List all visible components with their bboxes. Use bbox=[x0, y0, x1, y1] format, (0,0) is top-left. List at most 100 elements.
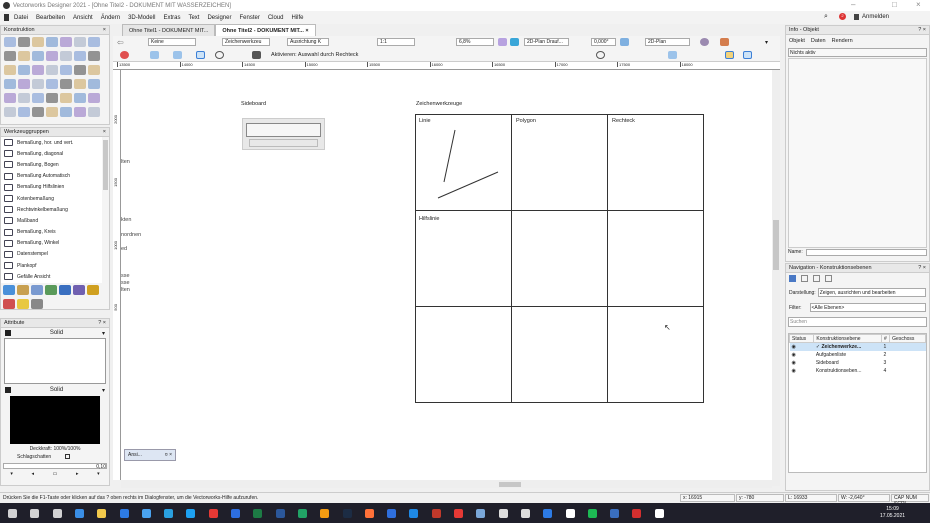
tool-group-item[interactable]: Kotenbemaßung bbox=[1, 193, 102, 204]
taskbar-app-icon[interactable] bbox=[632, 509, 642, 518]
lighting-icon[interactable] bbox=[700, 38, 709, 46]
menu-designer[interactable]: Designer bbox=[207, 15, 231, 21]
taskbar-app-icon[interactable] bbox=[610, 509, 620, 518]
render-mode-select[interactable]: 2D-Plan bbox=[645, 38, 690, 46]
taskbar-app-icon[interactable] bbox=[208, 509, 218, 518]
fill-color-swatch[interactable] bbox=[5, 330, 11, 336]
layer-view-icon[interactable] bbox=[498, 38, 507, 46]
tool-button[interactable] bbox=[32, 107, 44, 117]
tool-button[interactable] bbox=[60, 51, 72, 61]
sheet-icon[interactable] bbox=[725, 51, 734, 59]
frame-icon[interactable] bbox=[743, 51, 752, 59]
taskbar-app-icon[interactable] bbox=[8, 509, 17, 518]
tool-group-item[interactable]: Maßband bbox=[1, 215, 102, 226]
taskbar-app-icon[interactable] bbox=[587, 509, 597, 518]
layer-select[interactable]: Zeichenwerkzeu bbox=[222, 38, 270, 46]
line-weight-field[interactable]: 0,10 bbox=[3, 463, 107, 470]
rectangle-select-icon[interactable] bbox=[196, 51, 205, 59]
taskbar-app-icon[interactable] bbox=[141, 509, 151, 518]
tool-button[interactable] bbox=[4, 79, 16, 89]
maximize-button[interactable]: □ bbox=[892, 0, 897, 9]
layer-row[interactable]: ◉ Konstruktionseben... 4 bbox=[790, 367, 926, 375]
snap-icon[interactable] bbox=[596, 51, 605, 59]
menu-datei[interactable]: Datei bbox=[14, 15, 28, 21]
tool-button[interactable] bbox=[18, 51, 30, 61]
layer-row[interactable]: ◉ Aufgabenliste 2 bbox=[790, 351, 926, 359]
tools-grid[interactable] bbox=[415, 114, 705, 404]
close-icon[interactable]: ? × bbox=[918, 27, 926, 33]
opacity-label[interactable]: Deckkraft: 100%/100% bbox=[1, 446, 109, 452]
taskbar-app-icon[interactable] bbox=[565, 509, 575, 518]
taskbar-app-icon[interactable] bbox=[119, 509, 129, 518]
filter-select[interactable]: <Alle Ebenen> bbox=[809, 303, 926, 312]
tool-group-tab[interactable] bbox=[73, 285, 85, 295]
close-icon[interactable]: × bbox=[103, 129, 106, 135]
tool-mode-icon[interactable] bbox=[252, 51, 261, 59]
tool-button[interactable] bbox=[74, 65, 86, 75]
tool-button[interactable] bbox=[88, 65, 100, 75]
tool-button[interactable] bbox=[46, 93, 58, 103]
menu-aendern[interactable]: Ändern bbox=[101, 15, 120, 21]
rotation-field[interactable]: 0,000° bbox=[591, 38, 616, 46]
tool-button[interactable] bbox=[88, 107, 100, 117]
mode-icon[interactable] bbox=[120, 51, 129, 59]
drawing-canvas[interactable]: Sideboard Zeichenwerkzeuge Linie Polygon… bbox=[121, 70, 772, 480]
tab-document-1[interactable]: Ohne Titel1 - DOKUMENT MIT... bbox=[122, 24, 216, 36]
tool-group-tab[interactable] bbox=[31, 285, 43, 295]
menu-fenster[interactable]: Fenster bbox=[239, 15, 259, 21]
tool-button[interactable] bbox=[46, 65, 58, 75]
tool-button[interactable] bbox=[4, 93, 16, 103]
menu-3d-modell[interactable]: 3D-Modell bbox=[128, 15, 155, 21]
nav-tab-icon[interactable] bbox=[813, 275, 820, 282]
tool-button[interactable] bbox=[32, 65, 44, 75]
back-icon[interactable]: ⇦ bbox=[117, 38, 126, 47]
tool-button[interactable] bbox=[4, 51, 16, 61]
nav-tab-icon[interactable] bbox=[789, 275, 796, 282]
name-field[interactable] bbox=[805, 249, 927, 256]
tool-button[interactable] bbox=[32, 79, 44, 89]
tab-document-2[interactable]: Ohne Titel2 - DOKUMENT MIT... × bbox=[215, 24, 316, 36]
vertical-scrollbar[interactable] bbox=[772, 70, 780, 486]
taskbar-app-icon[interactable] bbox=[387, 509, 397, 518]
tool-button[interactable] bbox=[60, 37, 72, 47]
plane-icon[interactable] bbox=[620, 38, 629, 46]
class-select[interactable]: Keine bbox=[148, 38, 196, 46]
tool-button[interactable] bbox=[46, 37, 58, 47]
taskbar-app-icon[interactable] bbox=[498, 509, 508, 518]
3d-view-icon[interactable] bbox=[510, 38, 519, 46]
scrollbar[interactable] bbox=[103, 140, 108, 190]
column-header[interactable]: Geschoss bbox=[889, 334, 926, 343]
notification-icon[interactable]: 2 bbox=[839, 13, 846, 20]
tool-button[interactable] bbox=[88, 79, 100, 89]
pen-style-select[interactable]: Solid bbox=[50, 387, 63, 393]
close-icon[interactable]: ? × bbox=[918, 265, 926, 271]
close-icon[interactable]: ? × bbox=[98, 320, 106, 326]
tool-button[interactable] bbox=[88, 51, 100, 61]
chevron-down-icon[interactable]: ▾ bbox=[102, 387, 105, 394]
taskbar-app-icon[interactable] bbox=[30, 509, 40, 518]
tool-button[interactable] bbox=[18, 107, 30, 117]
tool-button[interactable] bbox=[74, 51, 86, 61]
taskbar-app-icon[interactable] bbox=[186, 509, 196, 518]
menu-extras[interactable]: Extras bbox=[163, 15, 180, 21]
search-icon[interactable]: ⌕ bbox=[824, 13, 828, 21]
taskbar-app-icon[interactable] bbox=[74, 509, 84, 518]
tool-button[interactable] bbox=[60, 65, 72, 75]
tool-group-item[interactable]: Rechtwinkelbemaßung bbox=[1, 204, 102, 215]
lasso-icon[interactable] bbox=[215, 51, 224, 59]
taskbar-app-icon[interactable] bbox=[364, 509, 374, 518]
mode-icon[interactable] bbox=[150, 51, 159, 59]
mode-icon[interactable] bbox=[173, 51, 182, 59]
zoom-field[interactable]: 6,8% bbox=[456, 38, 494, 46]
pen-color-swatch[interactable] bbox=[5, 387, 11, 393]
ruler-horizontal[interactable]: 13500 14000 14500 15000 15500 16000 16500 17000… bbox=[113, 62, 780, 70]
tool-button[interactable] bbox=[74, 107, 86, 117]
taskbar-app-icon[interactable] bbox=[297, 509, 307, 518]
tool-group-item[interactable]: Bemaßung Automatisch bbox=[1, 171, 102, 182]
menu-text[interactable]: Text bbox=[188, 15, 199, 21]
tool-button[interactable] bbox=[60, 93, 72, 103]
taskbar-app-icon[interactable] bbox=[409, 509, 419, 518]
layer-row[interactable]: ◉ Sideboard 3 bbox=[790, 359, 926, 367]
tool-group-tab[interactable] bbox=[17, 285, 29, 295]
sideboard-thumbnail[interactable] bbox=[242, 118, 325, 150]
